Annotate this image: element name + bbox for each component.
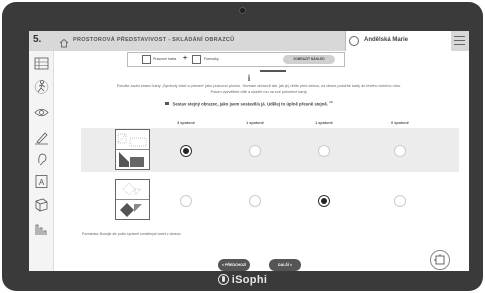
working-card-icon[interactable] [142,55,151,64]
column-header: 3 správně [177,121,195,125]
plus-icon: + [183,55,188,62]
column-header: 0 správně [391,121,409,125]
pencil-icon[interactable] [33,129,50,146]
isophi-logo-icon [217,274,229,285]
sidebar: A [29,51,54,271]
ear-icon[interactable] [33,151,50,168]
score-radio[interactable] [318,195,330,207]
score-radio[interactable] [249,195,261,207]
score-radio[interactable] [318,145,330,157]
task-marker: 10 [329,100,333,104]
page-title: PROSTOROVÁ PŘEDSTAVIVOST - SKLÁDÁNÍ OBRA… [73,37,235,43]
letter-card-icon[interactable]: A [33,173,50,190]
instruction-line: Potom vysvětlete dítě a ukažte mu na své… [210,90,308,94]
score-radio[interactable] [180,195,192,207]
info-icon: i [247,73,251,83]
instruction-line: Položte zadní stranu karty „Symboly číse… [116,84,402,88]
score-radio[interactable] [394,195,406,207]
previous-button[interactable]: < PŘEDCHOZÍ [218,259,250,271]
brand-name: iSophi [231,274,268,286]
material-toolbar: Pracovní karta + Formulky ZOBRAZIT NÁHLE… [127,52,345,67]
app-header: 5. PROSTOROVÁ PŘEDSTAVIVOST - SKLÁDÁNÍ O… [29,31,469,51]
cube-icon[interactable] [33,196,50,213]
task-number: 5. [33,34,42,45]
figures-icon[interactable] [192,55,201,64]
score-radio[interactable] [180,145,192,157]
user-profile[interactable]: Andělská Marie [345,31,451,51]
app-screen: 5. PROSTOROVÁ PŘEDSTAVIVOST - SKLÁDÁNÍ O… [29,31,469,271]
drag-handle[interactable] [260,70,286,72]
eye-icon[interactable] [33,104,50,121]
next-button[interactable]: DALŠÍ > [269,259,301,271]
show-preview-button[interactable]: ZOBRAZIT NÁHLED [283,55,335,64]
bar-chart-icon[interactable] [33,220,50,237]
chart-table-icon[interactable] [33,55,50,72]
pattern-figure [115,129,150,170]
speaker-icon[interactable] [165,102,170,106]
camera-icon [239,7,246,14]
column-header: 1 správně [246,121,264,125]
score-radio[interactable] [394,145,406,157]
pattern-figure [115,179,150,220]
user-name: Andělská Marie [364,37,409,43]
cube-add-icon [434,254,445,265]
hamburger-menu-icon[interactable] [454,36,465,45]
brand-logo: iSophi [2,274,483,286]
tablet-frame: 5. PROSTOROVÁ PŘEDSTAVIVOST - SKLÁDÁNÍ O… [2,2,483,291]
svg-text:A: A [39,178,45,187]
working-card-label: Pracovní karta [153,57,177,61]
avatar-icon [349,36,359,46]
home-icon[interactable] [59,35,69,53]
column-header: 1 správně [315,121,333,125]
task-question: Sestav stejný obrazec, jako jsem sestavi… [29,100,469,106]
scoring-note: Poznámka: Bodujte dle počtu správně umís… [82,232,182,236]
score-radio[interactable] [249,145,261,157]
floating-action-button[interactable] [430,250,450,270]
task-question-text: Sestav stejný obrazec, jako jsem sestavi… [172,101,328,107]
figures-label: Formulky [204,57,219,61]
